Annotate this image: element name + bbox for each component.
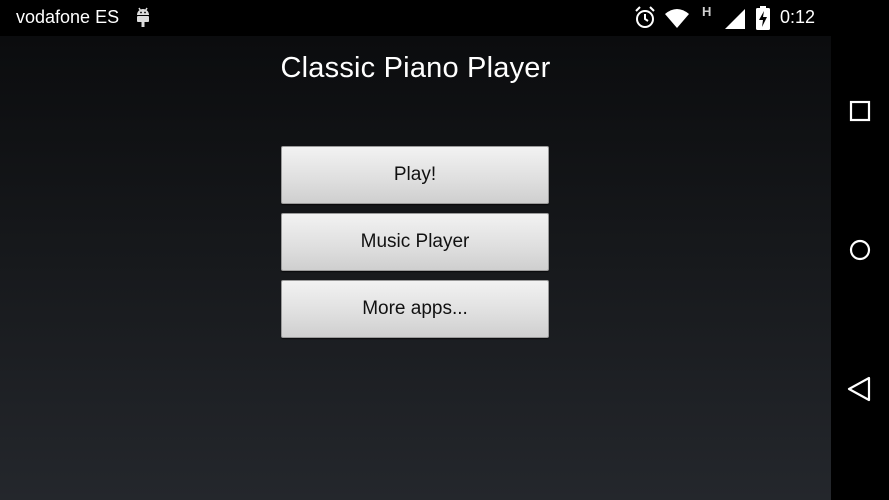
music-player-button[interactable]: Music Player <box>281 213 549 271</box>
status-bar: vodafone ES H 0:12 <box>0 0 831 36</box>
battery-charging-icon <box>756 6 770 30</box>
navigation-bar <box>831 0 889 500</box>
recent-apps-icon[interactable] <box>845 96 875 126</box>
carrier-name: vodafone ES <box>16 7 120 27</box>
home-icon[interactable] <box>845 235 875 265</box>
clock: 0:12 <box>780 7 816 27</box>
cellular-signal-icon <box>725 9 745 29</box>
wifi-icon <box>665 9 689 28</box>
android-debug-icon <box>137 7 149 27</box>
play-button[interactable]: Play! <box>281 146 549 204</box>
more-apps-button[interactable]: More apps... <box>281 280 549 338</box>
network-type-label: H <box>702 4 712 19</box>
app-content: Classic Piano Player Play! Music Player … <box>0 36 831 500</box>
back-icon[interactable] <box>845 374 875 404</box>
app-title: Classic Piano Player <box>280 52 551 84</box>
alarm-icon <box>635 6 655 28</box>
